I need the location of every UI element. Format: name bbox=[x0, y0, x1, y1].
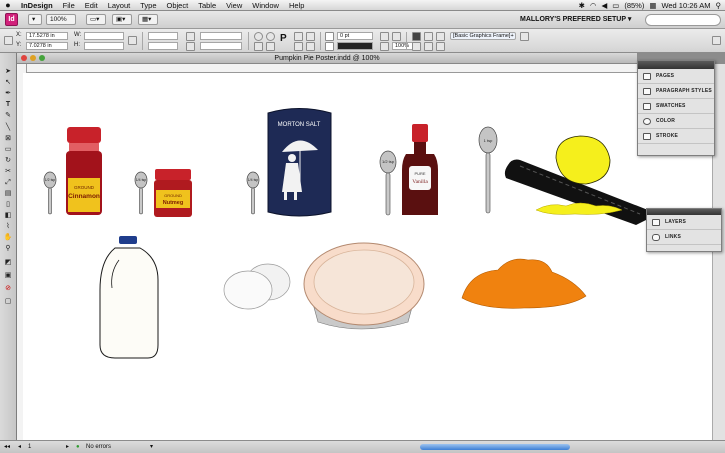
swatches-icon bbox=[643, 102, 651, 110]
spoon-quarter-tsp-2[interactable]: 1/4 tsp bbox=[246, 171, 260, 215]
salt-brand-label: MORTON SALT bbox=[278, 122, 321, 128]
lemon[interactable] bbox=[555, 135, 611, 185]
vanilla-top-label: PURE bbox=[414, 171, 425, 176]
next-page-icon[interactable]: ▸ bbox=[66, 441, 69, 453]
panel-header[interactable] bbox=[638, 61, 714, 69]
status-bar: ◂◂ ◂ 1 ▸ ● No errors ▾ bbox=[0, 440, 725, 453]
vanilla-bottle[interactable]: PURE Vanilla bbox=[402, 124, 438, 215]
stroke-icon bbox=[643, 132, 651, 140]
page-number-field[interactable]: 1 bbox=[28, 441, 31, 453]
horizontal-scrollbar-thumb[interactable] bbox=[420, 444, 570, 450]
panel-label: PAGES bbox=[656, 73, 675, 79]
spoon-half-tsp-2[interactable]: 1/2 tsp bbox=[379, 150, 397, 216]
nutmeg-jar[interactable]: GROUND Nutmeg bbox=[154, 169, 192, 217]
panel-item-swatches[interactable]: SWATCHES bbox=[638, 99, 714, 114]
preflight-status-icon: ● bbox=[76, 444, 80, 450]
morton-salt-canister[interactable]: MORTON SALT bbox=[267, 108, 332, 217]
first-page-icon[interactable]: ◂◂ bbox=[4, 441, 10, 453]
layers-icon bbox=[652, 218, 660, 226]
spoon-1-label: 1/2 tsp bbox=[45, 178, 56, 182]
panel-item-stroke[interactable]: STROKE bbox=[638, 129, 714, 144]
panel-label: COLOR bbox=[656, 118, 676, 124]
panel-item-pages[interactable]: PAGES bbox=[638, 69, 714, 84]
spoon-2-label: 1/4 tsp bbox=[136, 178, 147, 182]
links-icon bbox=[652, 233, 660, 241]
panel-dock-secondary: LAYERS LINKS bbox=[646, 208, 722, 252]
panel-label: LAYERS bbox=[665, 219, 687, 225]
eggs[interactable] bbox=[223, 263, 291, 310]
cinnamon-jar[interactable]: GROUND Cinnamon bbox=[66, 127, 102, 215]
preflight-status-text: No errors bbox=[86, 444, 112, 450]
panel-label: STROKE bbox=[656, 133, 679, 139]
nutmeg-top-label: GROUND bbox=[164, 193, 182, 198]
cinnamon-top-label: GROUND bbox=[74, 185, 95, 190]
pie-crust[interactable] bbox=[303, 242, 425, 330]
pages-icon bbox=[643, 72, 651, 80]
panel-item-color[interactable]: COLOR bbox=[638, 114, 714, 129]
previous-page-icon[interactable]: ◂ bbox=[18, 441, 21, 453]
panel-item-layers[interactable]: LAYERS bbox=[647, 215, 721, 230]
vanilla-label: Vanilla bbox=[412, 179, 428, 185]
panel-item-paragraph-styles[interactable]: PARAGRAPH STYLES bbox=[638, 84, 714, 99]
nutmeg-label: Nutmeg bbox=[163, 200, 183, 206]
spoon-half-tsp[interactable]: 1/2 tsp bbox=[43, 171, 57, 215]
panel-dock: PAGES PARAGRAPH STYLES SWATCHES COLOR ST… bbox=[637, 60, 715, 156]
preflight-menu-icon[interactable]: ▾ bbox=[150, 441, 153, 453]
panel-item-links[interactable]: LINKS bbox=[647, 230, 721, 245]
spoon-3-label: 1/4 tsp bbox=[248, 178, 259, 182]
spoon-4-label: 1/2 tsp bbox=[382, 159, 395, 164]
panel-label: PARAGRAPH STYLES bbox=[656, 88, 712, 94]
panel-label: LINKS bbox=[665, 234, 681, 240]
color-icon bbox=[643, 117, 651, 125]
paragraph-styles-icon bbox=[643, 87, 651, 95]
spoon-quarter-tsp[interactable]: 1/4 tsp bbox=[134, 171, 148, 215]
cinnamon-label: Cinnamon bbox=[68, 193, 100, 200]
artwork-canvas: GROUND Cinnamon GROUND Nutmeg 1/2 tsp 1/… bbox=[43, 108, 648, 359]
panel-label: SWATCHES bbox=[656, 103, 686, 109]
spoon-5-label: 1 tsp bbox=[484, 138, 493, 143]
milk-jug[interactable] bbox=[99, 236, 159, 359]
spoon-one-tsp[interactable]: 1 tsp bbox=[478, 126, 498, 214]
pumpkin-puree[interactable] bbox=[461, 258, 587, 309]
